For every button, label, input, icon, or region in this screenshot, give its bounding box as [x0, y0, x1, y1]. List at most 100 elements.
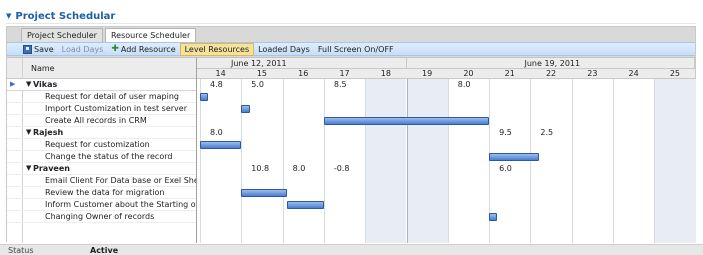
weekend-column — [365, 79, 407, 243]
weekend-column — [406, 79, 448, 243]
day-header-cell: 20 — [463, 69, 474, 78]
task-bar[interactable] — [200, 141, 242, 149]
task-name: Request for customization — [45, 140, 150, 149]
resource-name: Vikas — [33, 80, 58, 89]
scheduler-panel: Project Scheduler Resource Scheduler Sav… — [6, 26, 696, 243]
app-title[interactable]: ▼ Project Schedular — [6, 9, 115, 23]
daily-load-value: -0.8 — [333, 164, 350, 173]
day-gridline — [282, 79, 284, 243]
name-column-header[interactable]: Name — [7, 58, 196, 79]
collapse-caret-icon[interactable]: ▼ — [6, 12, 11, 20]
loaded-days-button[interactable]: Loaded Days — [254, 43, 314, 56]
day-gridline — [571, 79, 573, 243]
full-screen-label: Full Screen On/OFF — [317, 44, 394, 54]
resource-row[interactable]: ▶ ▼ Vikas — [7, 79, 196, 91]
task-name: Review the data for migration — [45, 188, 165, 197]
title-divider — [6, 23, 696, 24]
daily-load-value: 4.8 — [210, 80, 223, 89]
status-value: Active — [90, 245, 119, 255]
task-name: Change the status of the record — [45, 152, 173, 161]
day-header-cell: 14 — [215, 69, 226, 78]
resource-name: Rajesh — [33, 128, 64, 137]
week-header: June 12, 2011 June 19, 2011 — [197, 58, 695, 69]
task-row[interactable]: Request for customization — [7, 139, 196, 151]
day-header-cell: 18 — [380, 69, 391, 78]
day-header-cell: 16 — [298, 69, 309, 78]
resource-row[interactable]: ▼ Praveen — [7, 163, 196, 175]
task-bar[interactable] — [241, 105, 250, 113]
task-bar[interactable] — [489, 213, 498, 221]
task-bar[interactable] — [286, 201, 324, 209]
name-header-label: Name — [31, 63, 55, 73]
task-row[interactable]: Create All records in CRM — [7, 115, 196, 127]
task-row[interactable]: Email Client For Data base or Exel Sheet — [7, 175, 197, 187]
daily-load-value: 9.5 — [499, 128, 512, 137]
task-row[interactable]: Changing Owner of records — [7, 211, 196, 223]
daily-load-value: 6.0 — [499, 164, 512, 173]
app-title-label: Project Schedular — [15, 10, 116, 22]
load-days-button[interactable]: Load Days — [58, 43, 108, 56]
task-name: Request for detail of user maping — [45, 92, 179, 101]
task-row[interactable]: Inform Customer about the Starting of da — [7, 199, 197, 211]
task-row[interactable]: Import Customization in test server — [7, 103, 196, 115]
day-header: 14 15 16 17 18 19 20 21 22 23 24 25 — [197, 69, 695, 79]
task-row[interactable]: Review the data for migration — [7, 187, 196, 199]
weekend-column — [654, 79, 696, 243]
task-row[interactable]: Change the status of the record — [7, 151, 196, 163]
day-gridline — [200, 79, 201, 243]
expand-toggle-icon[interactable]: ▼ — [26, 127, 31, 138]
daily-load-value: 10.8 — [251, 164, 270, 173]
day-gridline — [241, 79, 243, 243]
name-column: Name ▶ ▼ Vikas Request for detail of user m… — [7, 58, 197, 243]
add-resource-label: Add Resource — [120, 44, 176, 54]
expand-toggle-icon[interactable]: ▼ — [26, 79, 31, 90]
day-gridline — [613, 79, 614, 243]
save-label: Save — [34, 44, 54, 54]
load-days-label: Load Days — [61, 44, 104, 54]
save-icon — [23, 44, 32, 54]
tab-resource-scheduler[interactable]: Resource Scheduler — [104, 28, 197, 42]
day-gridline — [530, 79, 532, 243]
resource-row[interactable]: ▼ Rajesh — [7, 127, 196, 139]
task-name: Create All records in CRM — [45, 116, 147, 125]
toolbar: Save Load Days ✚ Add Resource Level Reso… — [7, 42, 695, 56]
task-bar[interactable] — [323, 117, 490, 125]
daily-load-value: 8.5 — [333, 80, 347, 89]
week-header-cell: June 19, 2011 — [407, 58, 695, 69]
save-button[interactable]: Save — [19, 43, 58, 56]
resource-name: Praveen — [33, 164, 70, 173]
resource-grid: Name ▶ ▼ Vikas Request for detail of user m… — [7, 57, 696, 243]
day-gridline — [406, 79, 408, 243]
timeline: June 12, 2011 June 19, 2011 14 15 16 17 18 19 2… — [197, 58, 696, 243]
tab-project-scheduler[interactable]: Project Scheduler — [21, 28, 103, 42]
row-selected-icon: ▶ — [10, 80, 16, 88]
day-gridline — [654, 79, 656, 243]
day-gridline — [323, 79, 325, 243]
task-bar[interactable] — [489, 153, 539, 161]
day-header-cell: 23 — [587, 69, 598, 78]
full-screen-button[interactable]: Full Screen On/OFF — [314, 43, 398, 56]
day-header-cell: 17 — [339, 69, 350, 78]
day-header-cell: 22 — [545, 69, 557, 78]
expand-toggle-icon[interactable]: ▼ — [26, 163, 31, 174]
loaded-days-label: Loaded Days — [258, 44, 310, 54]
daily-load-value: 8.0 — [210, 128, 223, 137]
task-bar[interactable] — [200, 93, 209, 101]
day-header-cell: 24 — [628, 69, 639, 78]
tab-bar: Project Scheduler Resource Scheduler — [21, 28, 198, 42]
task-name: Email Client For Data base or Exel Sheet — [45, 176, 197, 185]
daily-load-value: 8.0 — [457, 80, 471, 89]
status-bar: Status Active — [0, 244, 703, 255]
task-name: Inform Customer about the Starting of da — [45, 200, 197, 209]
task-row[interactable]: Request for detail of user maping — [7, 91, 196, 103]
day-gridline — [447, 79, 449, 243]
daily-load-value: 8.0 — [292, 164, 306, 173]
day-header-cell: 21 — [504, 69, 515, 78]
task-name: Changing Owner of records — [45, 212, 155, 221]
level-resources-button[interactable]: Level Resources — [179, 42, 255, 56]
add-resource-button[interactable]: ✚ Add Resource — [107, 43, 179, 56]
task-bar[interactable] — [241, 189, 287, 197]
week-header-cell: June 12, 2011 — [197, 58, 407, 69]
daily-load-value: 2.5 — [540, 128, 554, 137]
day-header-cell: 15 — [256, 69, 268, 78]
